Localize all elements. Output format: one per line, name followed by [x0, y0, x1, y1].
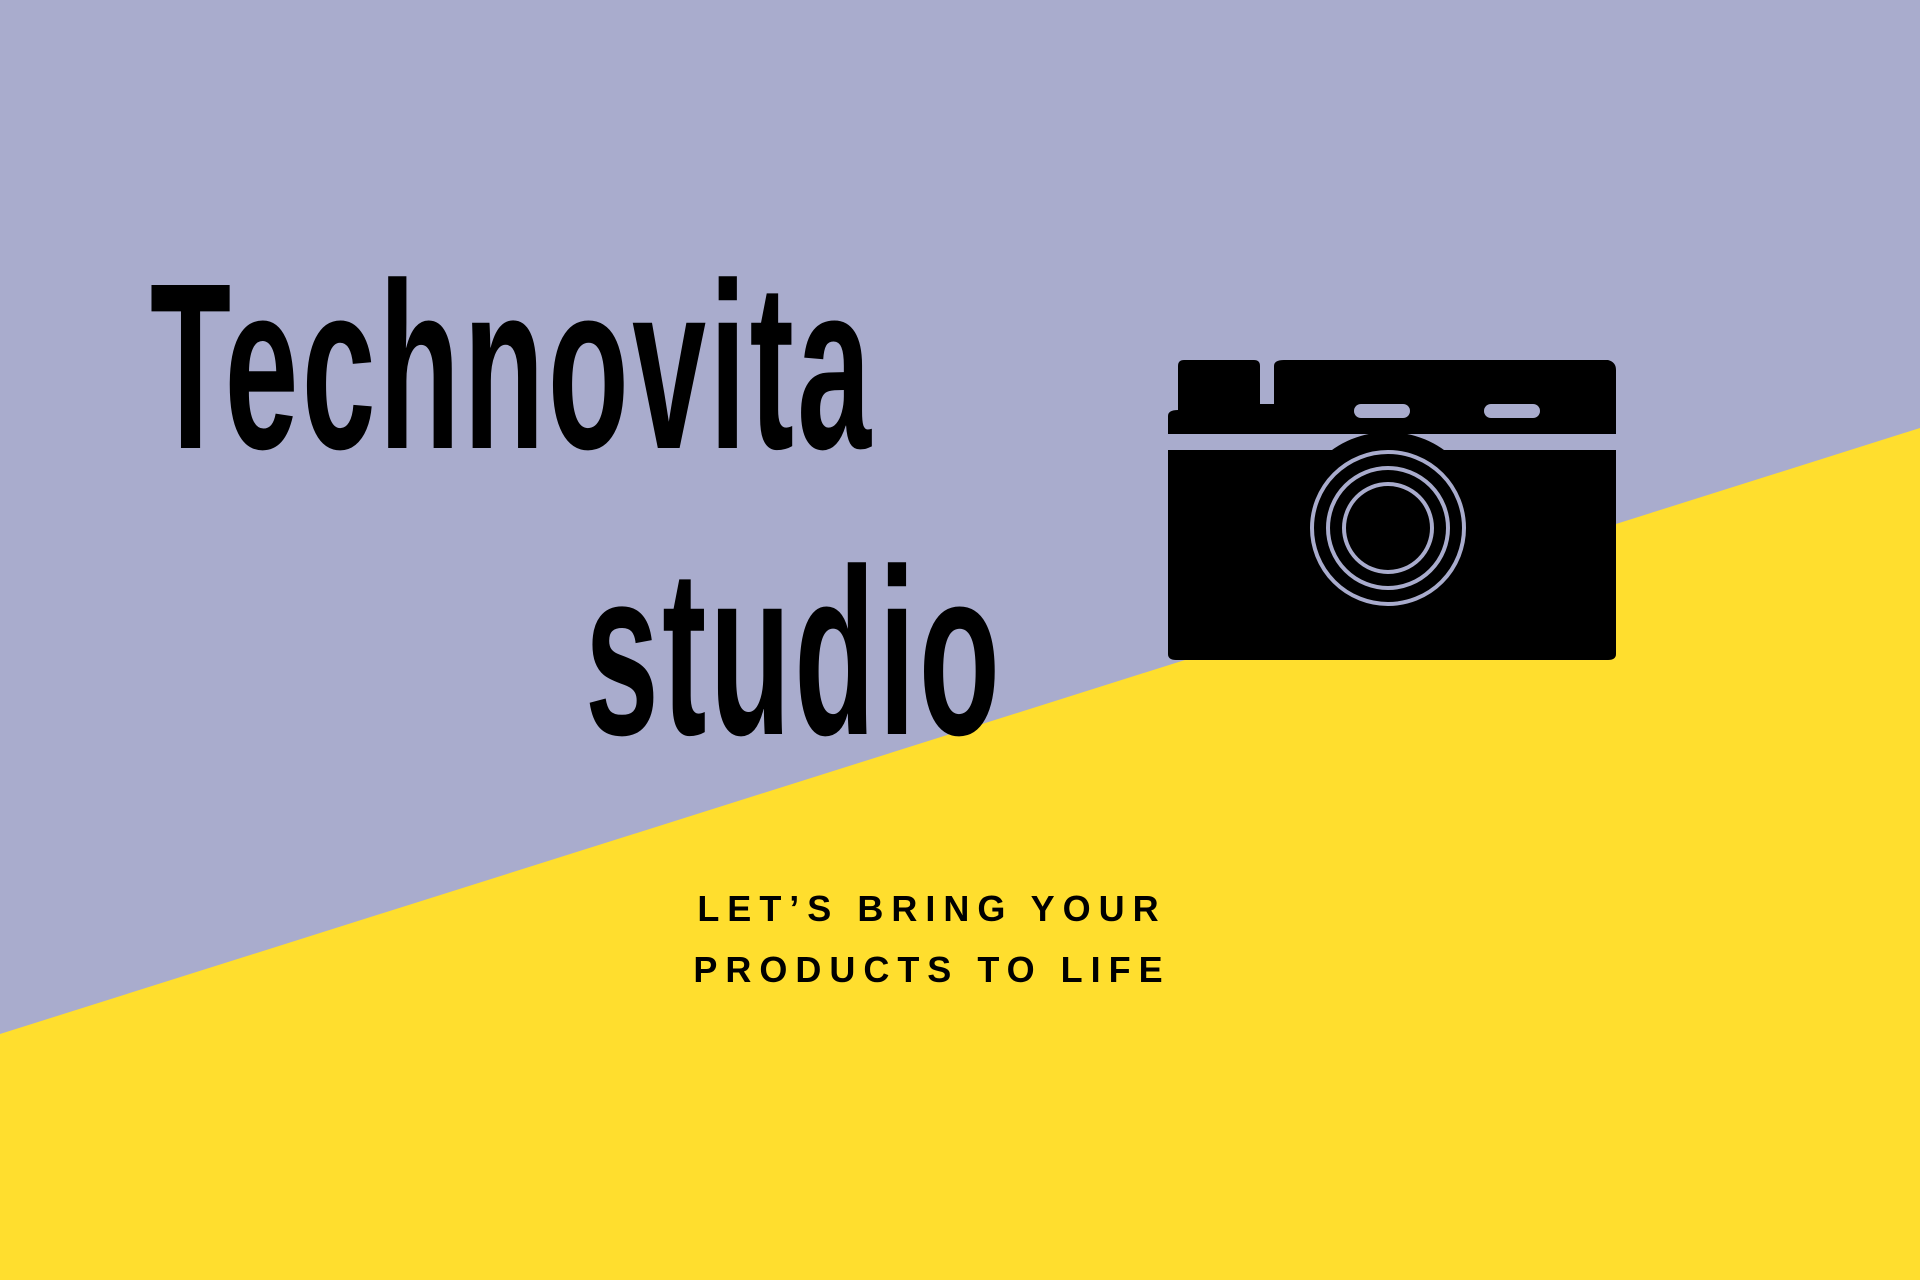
- tagline-line-1: LET’S BRING YOUR: [697, 888, 1167, 929]
- camera-icon: [1168, 360, 1616, 660]
- brand-title-line-2: studio: [585, 520, 1004, 785]
- brand-title-line-1: Technovita: [150, 234, 875, 499]
- logo-canvas: Technovita studio LET’S BRING YOUR PRODU…: [0, 0, 1920, 1280]
- tagline-line-2: PRODUCTS TO LIFE: [693, 949, 1171, 990]
- tagline: LET’S BRING YOUR PRODUCTS TO LIFE: [682, 878, 1182, 1000]
